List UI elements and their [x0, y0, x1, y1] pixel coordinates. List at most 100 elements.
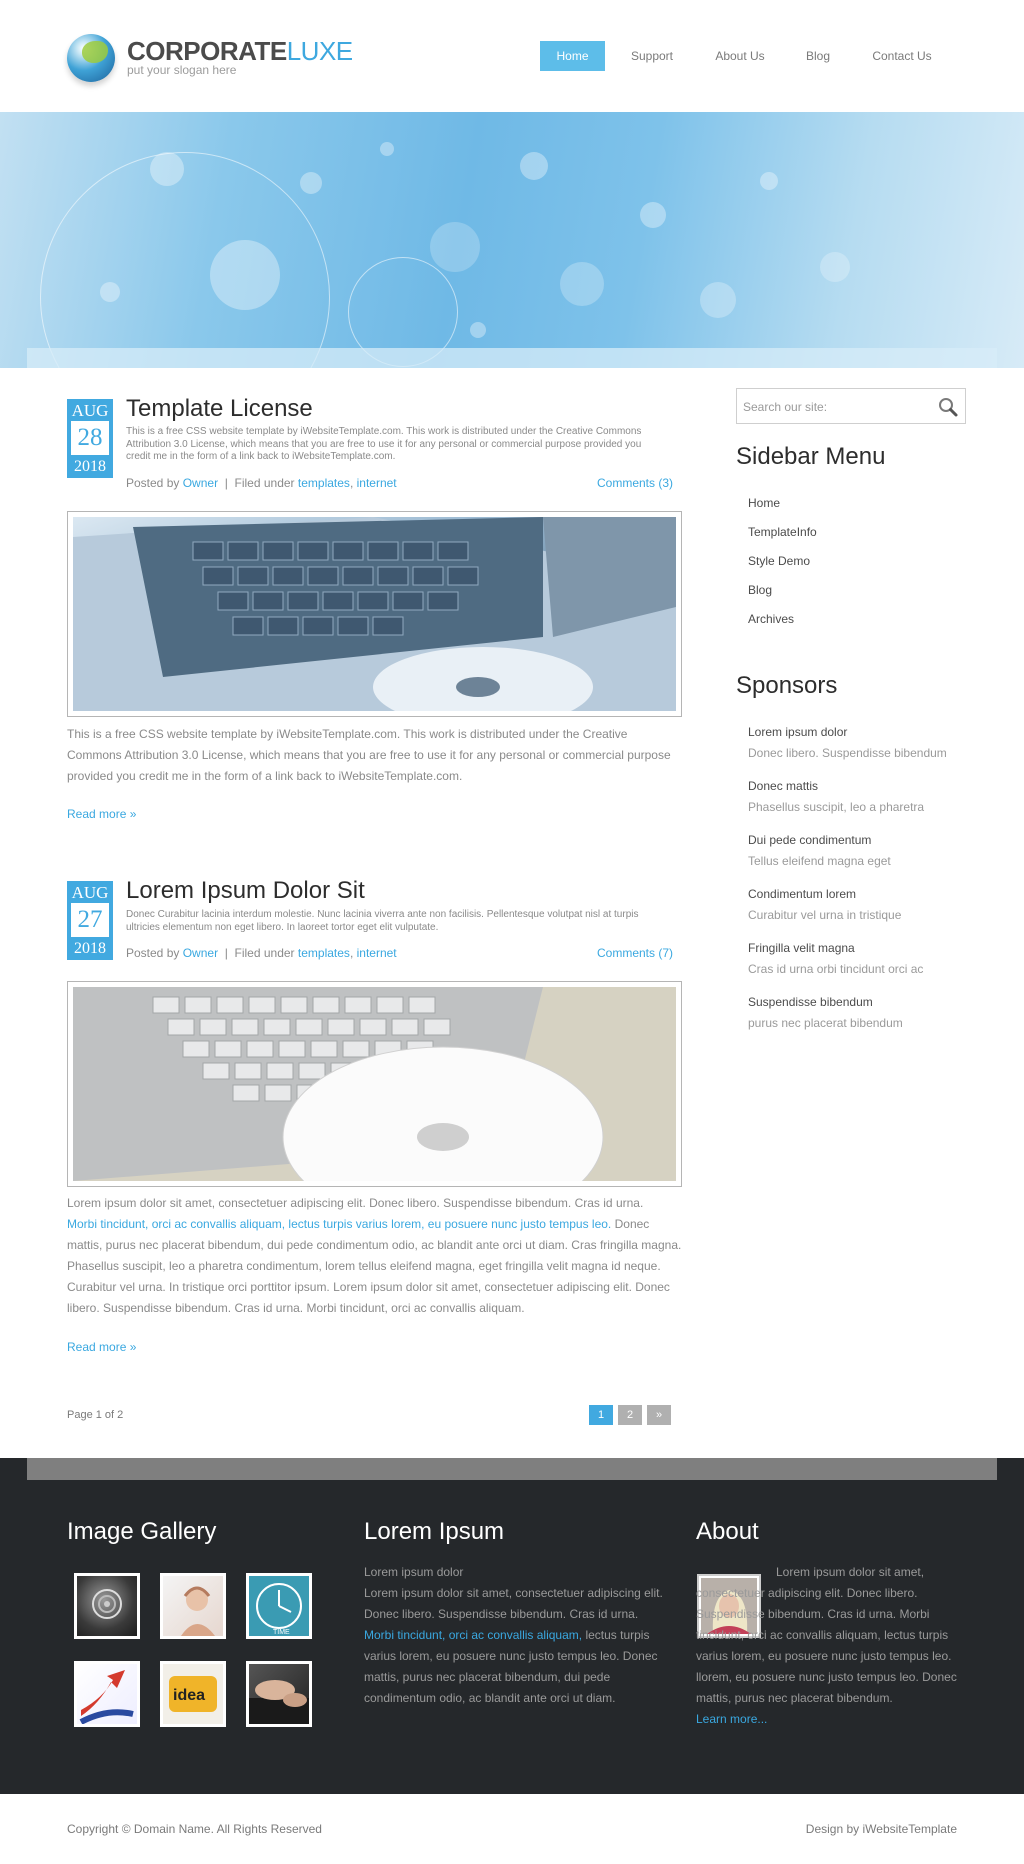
copyright: Copyright © Domain Name. All Rights Rese… — [67, 1822, 322, 1836]
sidebar-item-blog[interactable]: Blog — [748, 583, 772, 597]
sponsor-title[interactable]: Condimentum lorem — [748, 887, 856, 901]
filed-under-label: Filed under — [234, 476, 295, 490]
gallery-thumb[interactable] — [74, 1661, 140, 1727]
logo-text-bold: CORPORATE — [127, 36, 287, 66]
hero-banner — [0, 112, 1024, 368]
posted-by-label: Posted by — [126, 476, 180, 490]
date-month: Aug — [71, 883, 109, 902]
read-more-link[interactable]: Read more » — [67, 807, 136, 821]
gallery-thumb[interactable] — [74, 1573, 140, 1639]
learn-more-link[interactable]: Learn more... — [696, 1712, 767, 1726]
about-title: About — [696, 1518, 759, 1545]
sponsor-subtitle: purus nec placerat bibendum — [748, 1016, 903, 1030]
post-title[interactable]: Lorem Ipsum Dolor Sit — [126, 877, 365, 905]
date-day: 28 — [71, 421, 109, 455]
filed-under-label: Filed under — [234, 946, 295, 960]
post-title[interactable]: Template License — [126, 395, 313, 423]
typing-hands-icon — [249, 1680, 309, 1724]
gallery-thumb[interactable] — [160, 1573, 226, 1639]
clock-time-label: TIME — [273, 1629, 290, 1636]
date-badge: Aug 28 2018 — [67, 399, 113, 478]
post-excerpt: This is a free CSS website template by i… — [126, 426, 642, 462]
banner-bokeh — [820, 252, 850, 282]
category-link[interactable]: templates — [298, 946, 350, 960]
author-link[interactable]: Owner — [183, 476, 218, 490]
gallery-thumb[interactable]: idea — [160, 1661, 226, 1727]
sidebar-item-home[interactable]: Home — [748, 496, 780, 510]
post-body-text: Donec mattis, purus nec placerat bibendu… — [67, 1217, 682, 1315]
sponsor-subtitle: Curabitur vel urna in tristique — [748, 908, 902, 922]
banner-bokeh — [380, 142, 394, 156]
search-box — [736, 388, 966, 424]
post-meta: Posted by Owner | Filed under templates,… — [126, 476, 397, 490]
sidebar-item-archives[interactable]: Archives — [748, 612, 794, 626]
nav-contact-us[interactable]: Contact Us — [859, 41, 945, 71]
sidebar-item-templateinfo[interactable]: TemplateInfo — [748, 525, 817, 539]
author-link[interactable]: Owner — [183, 946, 218, 960]
laptop-keyboard-image[interactable] — [73, 517, 676, 711]
nav-about-us[interactable]: About Us — [703, 41, 777, 71]
sponsor-title[interactable]: Donec mattis — [748, 779, 818, 793]
sponsor-title[interactable]: Suspendisse bibendum — [748, 995, 873, 1009]
banner-bokeh — [150, 152, 184, 186]
post-image-frame — [67, 511, 682, 717]
post-body: This is a free CSS website template by i… — [67, 727, 671, 783]
sidebar-item-style-demo[interactable]: Style Demo — [748, 554, 810, 568]
search-input[interactable] — [743, 397, 923, 417]
copyright-prefix: Copyright © — [67, 1822, 131, 1836]
sponsor-title[interactable]: Lorem ipsum dolor — [748, 725, 847, 739]
date-month: Aug — [71, 401, 109, 420]
nav-support[interactable]: Support — [617, 41, 687, 71]
gallery-thumb[interactable]: TIME — [246, 1573, 312, 1639]
read-more-link[interactable]: Read more » — [67, 1340, 136, 1354]
site-footer: Image Gallery TIME idea Lorem Ipsum Lore… — [0, 1458, 1024, 1794]
comments-link[interactable]: Comments (3) — [597, 476, 673, 490]
sponsors-title: Sponsors — [736, 672, 838, 699]
banner-strip — [27, 348, 997, 368]
post-body-link[interactable]: Morbi tincidunt, orci ac convallis aliqu… — [67, 1217, 611, 1231]
lorem-link[interactable]: Morbi tincidunt, orci ac convallis aliqu… — [364, 1628, 582, 1642]
banner-bokeh — [520, 152, 548, 180]
sponsor-title[interactable]: Fringilla velit magna — [748, 941, 855, 955]
domain-link[interactable]: Domain Name — [134, 1822, 211, 1836]
sponsor-title[interactable]: Dui pede condimentum — [748, 833, 871, 847]
category-link[interactable]: internet — [357, 476, 397, 490]
nav-blog[interactable]: Blog — [795, 41, 841, 71]
page-1-button[interactable]: 1 — [589, 1405, 613, 1425]
sponsor-subtitle: Cras id urna orbi tincidunt orci ac — [748, 962, 924, 976]
banner-bokeh — [470, 322, 486, 338]
page-2-button[interactable]: 2 — [618, 1405, 642, 1425]
post-excerpt: Donec Curabitur lacinia interdum molesti… — [126, 909, 639, 933]
site-header: CORPORATELUXE put your slogan here Home … — [0, 0, 1024, 112]
sidebar-menu-title: Sidebar Menu — [736, 443, 886, 470]
copyright-suffix: . All Rights Reserved — [210, 1822, 322, 1836]
gallery-thumb[interactable] — [246, 1661, 312, 1727]
search-icon[interactable] — [937, 396, 959, 418]
gallery-title: Image Gallery — [67, 1518, 217, 1545]
globe-logo-icon[interactable] — [67, 34, 115, 82]
idea-label: idea — [173, 1687, 205, 1704]
design-link[interactable]: iWebsiteTemplate — [863, 1822, 958, 1836]
about-paragraph: Lorem ipsum dolor sit amet, consectetuer… — [696, 1565, 957, 1705]
post-image-frame — [67, 981, 682, 1187]
lorem-title: Lorem Ipsum — [364, 1518, 505, 1545]
nav-home[interactable]: Home — [540, 41, 605, 71]
date-year: 2018 — [74, 940, 106, 957]
banner-bokeh — [430, 222, 480, 272]
logo-text-light: LUXE — [286, 36, 353, 66]
fingerprint-icon — [92, 1589, 122, 1619]
next-page-button[interactable]: » — [647, 1405, 671, 1425]
posted-by-label: Posted by — [126, 946, 180, 960]
page-info: Page 1 of 2 — [67, 1409, 124, 1421]
lorem-paragraph: Lorem ipsum dolor sit amet, consectetuer… — [364, 1586, 663, 1621]
date-badge: Aug 27 2018 — [67, 881, 113, 960]
category-link[interactable]: internet — [357, 946, 397, 960]
laptop-illustration — [73, 517, 676, 711]
footer-bar — [27, 1458, 997, 1480]
laptop-cd-image[interactable] — [73, 987, 676, 1181]
date-year: 2018 — [74, 458, 106, 475]
laptop-illustration — [73, 987, 676, 1181]
category-link[interactable]: templates — [298, 476, 350, 490]
lorem-line: Lorem ipsum dolor — [364, 1565, 464, 1579]
comments-link[interactable]: Comments (7) — [597, 946, 673, 960]
